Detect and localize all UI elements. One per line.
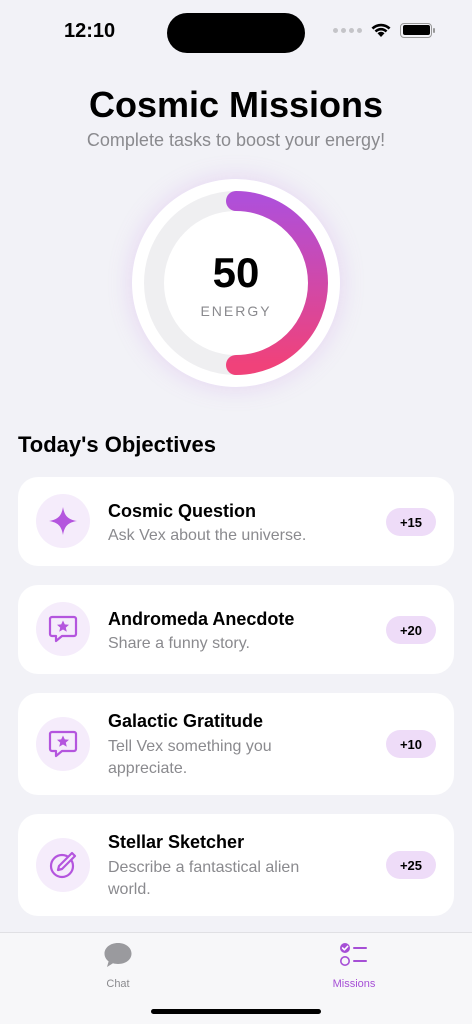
objective-description: Ask Vex about the universe.	[108, 527, 307, 544]
pencil-circle-icon	[36, 838, 90, 892]
tab-chat[interactable]: Chat	[68, 941, 168, 990]
objective-title: Andromeda Anecdote	[108, 609, 295, 629]
energy-gauge: 50 ENERGY	[132, 179, 340, 387]
status-time: 12:10	[64, 20, 116, 42]
home-indicator[interactable]	[151, 1009, 321, 1014]
star-message-icon	[36, 717, 90, 771]
objective-card-galactic-gratitude[interactable]: Galactic Gratitude Tell Vex something yo…	[18, 693, 454, 795]
page-title: Cosmic Missions	[88, 84, 384, 125]
page-subtitle: Complete tasks to boost your energy!	[86, 130, 386, 150]
chat-bubble-icon	[104, 943, 132, 967]
wifi-icon	[371, 23, 391, 37]
battery-icon	[400, 22, 435, 38]
reward-badge: +15	[385, 508, 436, 536]
reward-badge: +25	[385, 851, 436, 879]
objectives-heading: Today's Objectives	[18, 432, 217, 457]
energy-label: ENERGY	[200, 303, 272, 319]
objective-title: Galactic Gratitude	[108, 711, 264, 731]
reward-badge: +10	[385, 730, 436, 758]
sparkle-icon	[36, 494, 90, 548]
objective-title: Stellar Sketcher	[108, 832, 245, 852]
objective-description: Share a funny story.	[108, 635, 250, 652]
star-message-icon	[36, 602, 90, 656]
cellular-signal-icon	[333, 27, 362, 33]
objective-card-stellar-sketcher[interactable]: Stellar Sketcher Describe a fantastical …	[18, 814, 454, 916]
objective-card-cosmic-question[interactable]: Cosmic Question Ask Vex about the univer…	[18, 477, 454, 566]
objective-description: Tell Vex something you appreciate.	[108, 738, 272, 777]
dynamic-island	[167, 13, 305, 53]
checklist-icon	[340, 943, 367, 966]
reward-badge: +20	[385, 616, 436, 644]
status-bar: 12:10	[0, 0, 472, 64]
objective-title: Cosmic Question	[108, 501, 257, 521]
tab-label: Missions	[332, 978, 376, 990]
tab-missions[interactable]: Missions	[304, 941, 404, 990]
objective-description: Describe a fantastical alien world.	[108, 859, 300, 898]
energy-value: 50	[212, 249, 260, 296]
objective-card-andromeda-anecdote[interactable]: Andromeda Anecdote Share a funny story. …	[18, 585, 454, 674]
status-indicators	[333, 22, 435, 38]
tab-label: Chat	[106, 978, 130, 990]
